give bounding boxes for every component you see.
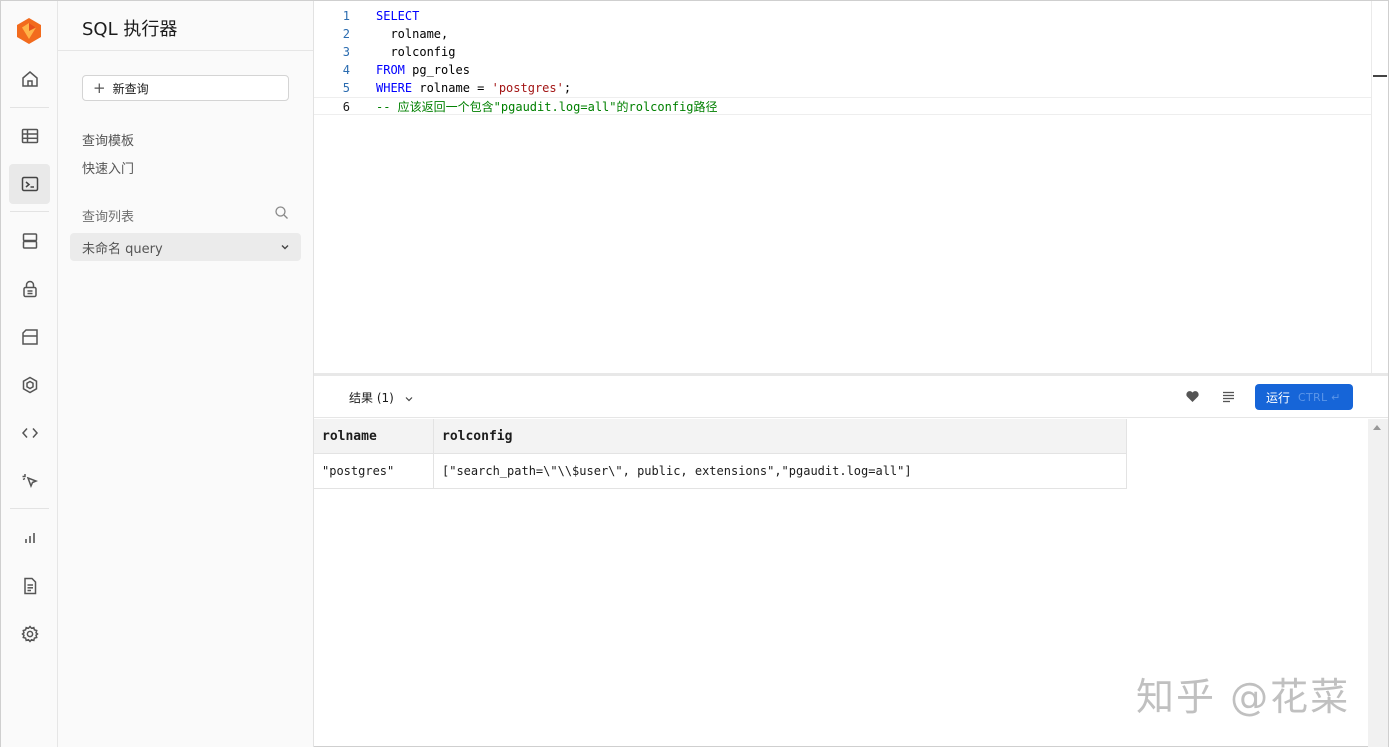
table-row: "postgres" ["search_path=\"\\$user\", pu… bbox=[314, 454, 1127, 489]
app-window: SQL 执行器 + 新查询 查询模板 快速入门 查询列表 未命名 query 1… bbox=[0, 0, 1389, 747]
realtime-pointer-icon[interactable] bbox=[9, 461, 50, 501]
editor-scrollbar[interactable] bbox=[1371, 1, 1388, 373]
results-grid: rolname rolconfig "postgres" ["search_pa… bbox=[314, 419, 1127, 489]
code-token: 'postgres' bbox=[491, 81, 564, 95]
page-title: SQL 执行器 bbox=[82, 19, 178, 40]
results-toolbar: 结果 (1) 运行 CTRL ↵ bbox=[314, 376, 1388, 418]
code-token: SELECT bbox=[376, 9, 420, 23]
run-shortcut: CTRL ↵ bbox=[1298, 390, 1341, 404]
code-token: rolconfig bbox=[376, 45, 456, 59]
query-item-label: 未命名 query bbox=[82, 241, 163, 257]
line-number: 4 bbox=[342, 63, 350, 77]
line-number: 3 bbox=[342, 45, 350, 59]
column-header-rolconfig[interactable]: rolconfig bbox=[434, 419, 1127, 453]
query-list-item[interactable]: 未命名 query bbox=[70, 233, 301, 261]
quickstart-link[interactable]: 快速入门 bbox=[82, 158, 134, 177]
sql-sidebar: SQL 执行器 + 新查询 查询模板 快速入门 查询列表 未命名 query bbox=[58, 1, 314, 747]
sql-editor-icon[interactable] bbox=[9, 164, 50, 204]
query-templates-link[interactable]: 查询模板 bbox=[82, 130, 134, 149]
favorite-heart-icon[interactable] bbox=[1185, 389, 1200, 404]
line-number: 2 bbox=[342, 27, 350, 41]
logs-document-icon[interactable] bbox=[9, 566, 50, 606]
watermark: 知乎 @花菜 bbox=[1136, 675, 1351, 719]
reports-chart-icon[interactable] bbox=[9, 518, 50, 558]
settings-gear-icon[interactable] bbox=[9, 614, 50, 654]
code-token: -- 应该返回一个包含"pgaudit.log=all"的rolconfig路径 bbox=[376, 100, 718, 114]
code-token: ; bbox=[563, 81, 572, 95]
format-lines-icon[interactable] bbox=[1221, 389, 1236, 404]
code-line[interactable]: 2 rolname, bbox=[314, 25, 1371, 43]
code-line[interactable]: 1 SELECT bbox=[314, 7, 1371, 25]
auth-lock-icon[interactable] bbox=[9, 269, 50, 309]
table-editor-icon[interactable] bbox=[9, 116, 50, 156]
code-line[interactable]: 5 WHERE rolname = 'postgres'; bbox=[314, 79, 1371, 97]
run-button[interactable]: 运行 CTRL ↵ bbox=[1255, 384, 1353, 410]
scroll-up-arrow-icon[interactable] bbox=[1373, 425, 1381, 430]
results-tab-label: 结果 (1) bbox=[349, 391, 394, 405]
code-line[interactable]: 6 -- 应该返回一个包含"pgaudit.log=all"的rolconfig路… bbox=[314, 97, 1371, 115]
database-icon[interactable] bbox=[9, 221, 50, 261]
column-header-rolname[interactable]: rolname bbox=[314, 419, 434, 453]
edge-functions-icon[interactable] bbox=[9, 365, 50, 405]
cell-rolname[interactable]: "postgres" bbox=[314, 454, 434, 488]
chevron-down-icon[interactable] bbox=[279, 241, 291, 253]
code-token: rolname, bbox=[376, 27, 449, 41]
run-label: 运行 bbox=[1266, 390, 1291, 405]
api-code-icon[interactable] bbox=[9, 413, 50, 453]
line-number: 1 bbox=[342, 9, 350, 23]
code-token: pg_roles bbox=[404, 63, 470, 77]
storage-icon[interactable] bbox=[9, 317, 50, 357]
code-line[interactable]: 3 rolconfig bbox=[314, 43, 1371, 61]
search-icon[interactable] bbox=[274, 205, 289, 220]
line-number: 5 bbox=[342, 81, 350, 95]
results-scrollbar[interactable] bbox=[1368, 419, 1388, 747]
code-text: WHERE rolname = 'postgres'; bbox=[376, 79, 571, 97]
code-token: WHERE bbox=[376, 81, 413, 95]
chevron-down-icon bbox=[405, 396, 413, 401]
code-text: FROM pg_roles bbox=[376, 61, 470, 79]
code-token: FROM bbox=[376, 63, 405, 77]
nav-rail bbox=[1, 1, 58, 747]
code-token: rolname = bbox=[412, 81, 492, 95]
app-logo-icon[interactable] bbox=[16, 17, 42, 45]
plus-icon: + bbox=[93, 78, 106, 97]
code-text: -- 应该返回一个包含"pgaudit.log=all"的rolconfig路径 bbox=[376, 98, 718, 116]
code-text: SELECT bbox=[376, 7, 419, 25]
sql-code-editor[interactable]: 1 SELECT 2 rolname, 3 rolconfig 4 FROM pg_rol… bbox=[314, 1, 1371, 373]
results-tab[interactable]: 结果 (1) bbox=[349, 389, 414, 406]
new-query-button[interactable]: + 新查询 bbox=[82, 75, 289, 101]
new-query-label: 新查询 bbox=[112, 81, 149, 96]
code-line[interactable]: 4 FROM pg_roles bbox=[314, 61, 1371, 79]
code-text: rolconfig bbox=[376, 43, 455, 61]
cell-rolconfig[interactable]: ["search_path=\"\\$user\", public, exten… bbox=[434, 454, 1127, 488]
home-icon[interactable] bbox=[9, 59, 50, 99]
line-number: 6 bbox=[342, 100, 350, 114]
grid-header-row: rolname rolconfig bbox=[314, 419, 1127, 454]
query-list-header: 查询列表 bbox=[82, 210, 135, 225]
code-text: rolname, bbox=[376, 25, 448, 43]
